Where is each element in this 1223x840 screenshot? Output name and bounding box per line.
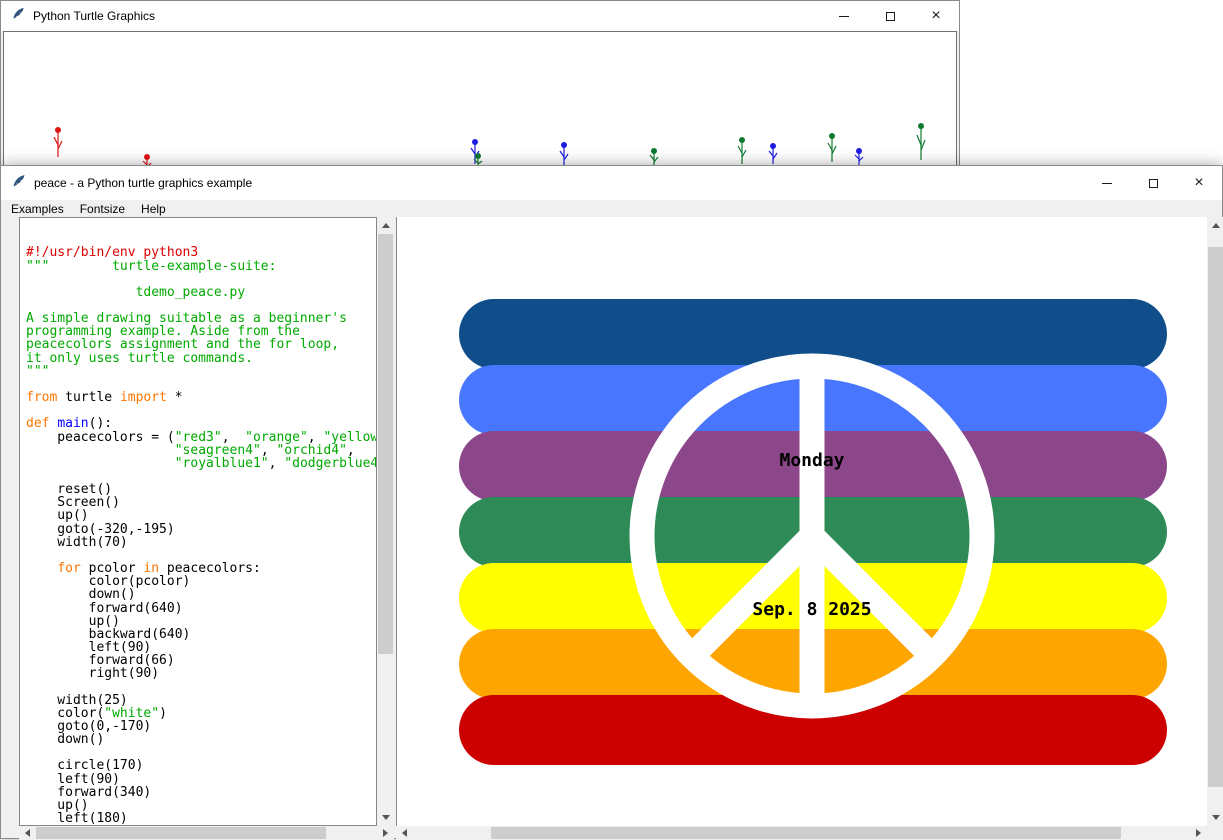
peace-symbol — [397, 217, 1207, 826]
minimize-icon — [1102, 183, 1112, 184]
code-vscroll-thumb[interactable] — [378, 234, 393, 654]
menu-fontsize[interactable]: Fontsize — [72, 201, 133, 217]
code-hscroll-thumb[interactable] — [36, 827, 326, 839]
scroll-left-button[interactable] — [19, 826, 36, 840]
code-hscrollbar[interactable] — [19, 826, 394, 840]
peace-titlebar: peace - a Python turtle graphics example… — [1, 166, 1222, 200]
arrow-up-icon — [382, 223, 390, 228]
scroll-down-button[interactable] — [1207, 809, 1223, 826]
menu-examples[interactable]: Examples — [3, 201, 72, 217]
scroll-right-button[interactable] — [377, 826, 394, 840]
menu-help[interactable]: Help — [133, 201, 174, 217]
minimize-button[interactable] — [821, 1, 867, 31]
arrow-down-icon — [1212, 815, 1220, 820]
close-icon: × — [931, 8, 940, 24]
tree — [738, 137, 746, 164]
scroll-up-button[interactable] — [377, 217, 394, 234]
canvas-vscrollbar[interactable] — [1207, 217, 1223, 826]
canvas-hscroll-thumb[interactable] — [491, 827, 1121, 839]
canvas-vscroll-thumb[interactable] — [1208, 247, 1223, 787]
minimize-button[interactable] — [1084, 166, 1130, 200]
code-text: #!/usr/bin/env python3""" turtle-example… — [26, 246, 376, 826]
tree — [917, 123, 925, 160]
close-icon: × — [1194, 175, 1203, 191]
arrow-left-icon — [402, 829, 407, 837]
peace-window: peace - a Python turtle graphics example… — [0, 165, 1223, 839]
tree — [54, 127, 62, 157]
peace-window-title: peace - a Python turtle graphics example — [34, 176, 252, 190]
feather-icon — [11, 6, 26, 26]
background-titlebar: Python Turtle Graphics × — [1, 1, 959, 31]
arrow-left-icon — [25, 829, 30, 837]
scroll-right-button[interactable] — [1190, 826, 1207, 840]
scroll-left-button[interactable] — [396, 826, 413, 840]
arrow-right-icon — [383, 829, 388, 837]
background-window-title: Python Turtle Graphics — [33, 9, 155, 23]
scroll-up-button[interactable] — [1207, 217, 1223, 234]
arrow-right-icon — [1196, 829, 1201, 837]
menubar: Examples Fontsize Help — [1, 200, 1222, 217]
close-button[interactable]: × — [913, 1, 959, 31]
maximize-icon — [886, 12, 895, 21]
turtle-canvas: Monday Sep. 8 2025 — [396, 217, 1207, 826]
maximize-button[interactable] — [1130, 166, 1176, 200]
tree — [560, 142, 568, 167]
code-pane[interactable]: #!/usr/bin/env python3""" turtle-example… — [19, 217, 377, 826]
close-button[interactable]: × — [1176, 166, 1222, 200]
feather-icon — [11, 173, 27, 194]
tree — [769, 143, 777, 164]
arrow-up-icon — [1212, 223, 1220, 228]
maximize-icon — [1149, 179, 1158, 188]
code-vscrollbar[interactable] — [377, 217, 394, 826]
canvas-text-0: Monday — [779, 450, 844, 471]
scrollbar-corner — [1207, 826, 1223, 840]
canvas-text-1: Sep. 8 2025 — [752, 599, 871, 620]
canvas-hscrollbar[interactable] — [396, 826, 1207, 840]
tree — [855, 148, 863, 165]
arrow-down-icon — [382, 815, 390, 820]
minimize-icon — [839, 16, 849, 17]
maximize-button[interactable] — [867, 1, 913, 31]
scroll-down-button[interactable] — [377, 809, 394, 826]
tree — [828, 133, 836, 162]
